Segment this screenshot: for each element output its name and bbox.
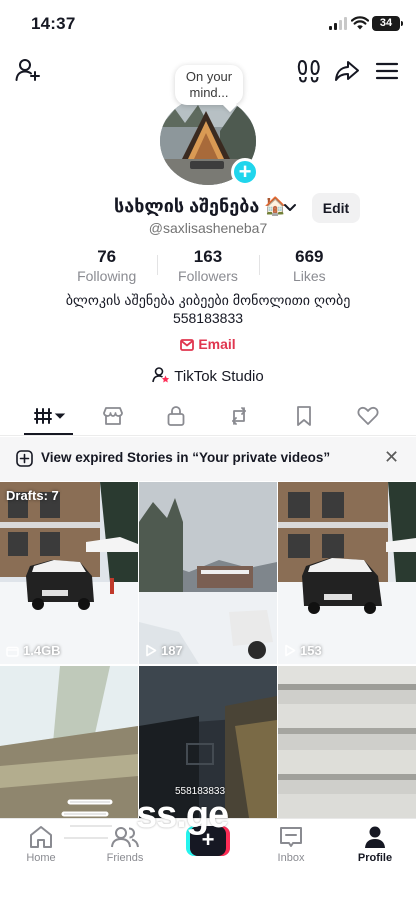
add-friend-icon[interactable] [14, 56, 42, 84]
status-time: 14:37 [31, 14, 76, 33]
nav-label: Home [26, 852, 56, 864]
studio-label: TikTok Studio [174, 368, 264, 385]
name-row: სახლის აშენება 🏠 Edit [0, 193, 416, 223]
video-views-label: 153 [284, 643, 322, 658]
stat-label: Followers [178, 268, 238, 284]
grid-icon [34, 408, 66, 424]
video-thumbnail[interactable]: 153 [278, 482, 416, 664]
display-name: სახლის აშენება 🏠 [114, 196, 287, 216]
stat-value: 163 [193, 247, 223, 266]
stat-label: Following [77, 268, 137, 284]
video-thumbnail[interactable]: 187 [139, 482, 277, 664]
play-icon [285, 644, 296, 657]
tab-reposts[interactable] [224, 403, 254, 429]
bio-phone: 558183833 [172, 310, 244, 326]
tab-liked[interactable] [353, 403, 383, 429]
username: @saxlisasheneba7 [148, 220, 268, 236]
drafts-label: Drafts: 7 [6, 488, 59, 503]
share-icon[interactable] [333, 57, 361, 85]
expired-stories-banner[interactable]: View expired Stories in “Your private vi… [0, 437, 416, 481]
footprints-icon[interactable] [295, 57, 323, 85]
email-label: Email [198, 336, 236, 352]
close-icon[interactable]: ✕ [384, 448, 400, 466]
nav-profile[interactable]: Profile [345, 825, 405, 864]
note-bubble[interactable]: On your mind... [175, 65, 243, 105]
tab-shop[interactable] [98, 403, 128, 429]
home-icon [30, 826, 52, 848]
tiktok-studio-button[interactable]: TikTok Studio [0, 366, 416, 385]
tab-private[interactable] [161, 403, 191, 429]
stat-value: 76 [97, 247, 117, 266]
stat-followers[interactable]: 163 Followers [157, 247, 258, 287]
profile-icon [365, 826, 385, 848]
add-story-icon [16, 450, 33, 467]
video-thumbnail-drafts[interactable]: Drafts: 7 1.4GB [0, 482, 138, 664]
chevron-down-icon[interactable] [283, 200, 297, 214]
heart-icon [357, 406, 379, 425]
nav-inbox[interactable]: Inbox [261, 825, 321, 864]
bio-line: ბლოკის აშენება კიბეები მონოლითი ღობე [65, 292, 351, 308]
watermark-text: ss.ge [136, 794, 229, 836]
banner-text: View expired Stories in “Your private vi… [41, 450, 331, 465]
video-grid: Drafts: 7 1.4GB 187 153 558183833 [0, 482, 416, 818]
repost-icon [232, 407, 246, 425]
bookmark-icon [297, 406, 311, 426]
lock-icon [167, 406, 185, 426]
studio-user-icon [152, 367, 170, 383]
status-bar: 14:37 34 [0, 0, 416, 48]
email-button[interactable]: Email [0, 336, 416, 352]
video-thumbnail[interactable] [278, 666, 416, 818]
nav-label: Inbox [277, 852, 305, 864]
watermark-logo: ss.ge [60, 794, 240, 850]
battery-indicator: 34 [372, 16, 403, 31]
active-tab-indicator [24, 433, 73, 435]
stat-following[interactable]: 76 Following [56, 247, 157, 287]
nav-label: Profile [357, 852, 393, 864]
stat-label: Likes [292, 268, 326, 284]
watermark-lines-icon [61, 799, 115, 841]
bio: ბლოკის აშენება კიბეები მონოლითი ღობე 558… [0, 291, 416, 327]
stat-likes[interactable]: 669 Likes [258, 247, 360, 287]
edit-profile-button[interactable]: Edit [312, 193, 360, 223]
profile-tabs [0, 400, 416, 436]
wifi-icon [351, 16, 369, 30]
profile-stats: 76 Following 163 Followers 669 Likes [56, 247, 360, 287]
add-story-button[interactable]: + [231, 158, 259, 186]
video-size-label: 1.4GB [6, 643, 61, 658]
inbox-icon [280, 827, 302, 847]
play-icon [146, 644, 157, 657]
email-icon [180, 339, 195, 351]
shop-icon [103, 407, 123, 425]
stat-value: 669 [295, 247, 324, 266]
signal-icon [329, 17, 347, 30]
storage-icon [6, 646, 19, 657]
tab-videos[interactable] [33, 403, 67, 429]
menu-icon[interactable] [373, 57, 401, 85]
tab-favorites[interactable] [289, 403, 319, 429]
nav-label: Friends [106, 852, 144, 864]
video-views-label: 187 [145, 643, 183, 658]
